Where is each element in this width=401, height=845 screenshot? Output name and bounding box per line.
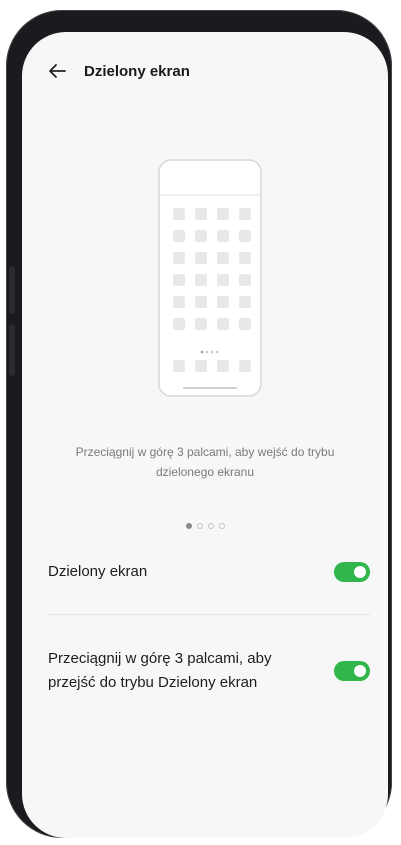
volume-down-button xyxy=(9,324,15,376)
app-header: Dzielony ekran xyxy=(46,60,190,82)
app-icon-placeholder xyxy=(173,230,185,242)
app-icon-placeholder xyxy=(195,252,207,264)
app-icon-placeholder xyxy=(217,230,229,242)
page-dot xyxy=(185,523,192,529)
app-icon-placeholder xyxy=(195,318,207,330)
split-screen-hint: Przeciągnij w górę 3 palcami, aby wejść … xyxy=(52,442,358,482)
toggle-knob xyxy=(354,566,366,578)
arrow-left-icon[interactable] xyxy=(46,60,68,82)
split-screen-label: Dzielony ekran xyxy=(48,563,148,580)
app-icon-placeholder xyxy=(173,252,185,264)
app-icon-placeholder xyxy=(195,230,207,242)
divider xyxy=(48,614,370,615)
app-icon-placeholder xyxy=(217,274,229,286)
phone-frame: Dzielony ekran Przeciągnij w górę 3 palc… xyxy=(6,10,392,838)
app-icon-placeholder xyxy=(173,318,185,330)
dock-icon-placeholder xyxy=(239,360,251,372)
page-title: Dzielony ekran xyxy=(84,62,190,80)
mini-page-dot xyxy=(210,350,214,354)
volume-up-button xyxy=(9,266,15,314)
app-icon-placeholder xyxy=(239,252,251,264)
page-indicator xyxy=(22,523,388,529)
dock-icon-placeholder xyxy=(217,360,229,372)
split-screen-setting-row[interactable]: Dzielony ekran xyxy=(48,558,370,586)
app-icon-placeholder xyxy=(239,208,251,220)
app-icon-placeholder xyxy=(195,208,207,220)
three-finger-swipe-label: Przeciągnij w górę 3 palcami, aby przejś… xyxy=(48,650,272,691)
app-icon-placeholder xyxy=(195,274,207,286)
hint-line-2: dzielonego ekranu xyxy=(155,465,255,479)
toggle-knob xyxy=(354,665,366,677)
three-finger-swipe-toggle[interactable] xyxy=(334,661,370,681)
app-icon-placeholder xyxy=(195,296,207,308)
app-icon-placeholder xyxy=(239,230,251,242)
app-icon-placeholder xyxy=(217,208,229,220)
app-icon-placeholder xyxy=(239,296,251,308)
dock-icon-placeholder xyxy=(195,360,207,372)
app-icon-placeholder xyxy=(217,252,229,264)
page-dot xyxy=(196,523,203,529)
mini-page-dot xyxy=(215,350,219,354)
hint-line-1: Przeciągnij w górę 3 palcami, aby wejść … xyxy=(75,445,335,459)
app-icon-placeholder xyxy=(173,208,185,220)
app-icon-placeholder xyxy=(173,296,185,308)
page-dot xyxy=(207,523,214,529)
mini-page-dot xyxy=(200,350,204,354)
app-icon-placeholder xyxy=(217,296,229,308)
mini-page-dot xyxy=(205,350,209,354)
screen: Dzielony ekran Przeciągnij w górę 3 palc… xyxy=(22,32,388,838)
app-icon-placeholder xyxy=(239,318,251,330)
split-screen-toggle[interactable] xyxy=(334,562,370,582)
dock-icon-placeholder xyxy=(173,360,185,372)
three-finger-swipe-setting-row[interactable]: Przeciągnij w górę 3 palcami, aby przejś… xyxy=(48,644,370,698)
app-icon-placeholder xyxy=(239,274,251,286)
app-icon-placeholder xyxy=(217,318,229,330)
page-dot xyxy=(218,523,225,529)
app-icon-placeholder xyxy=(173,274,185,286)
phone-home-screen-illustration xyxy=(158,159,262,397)
